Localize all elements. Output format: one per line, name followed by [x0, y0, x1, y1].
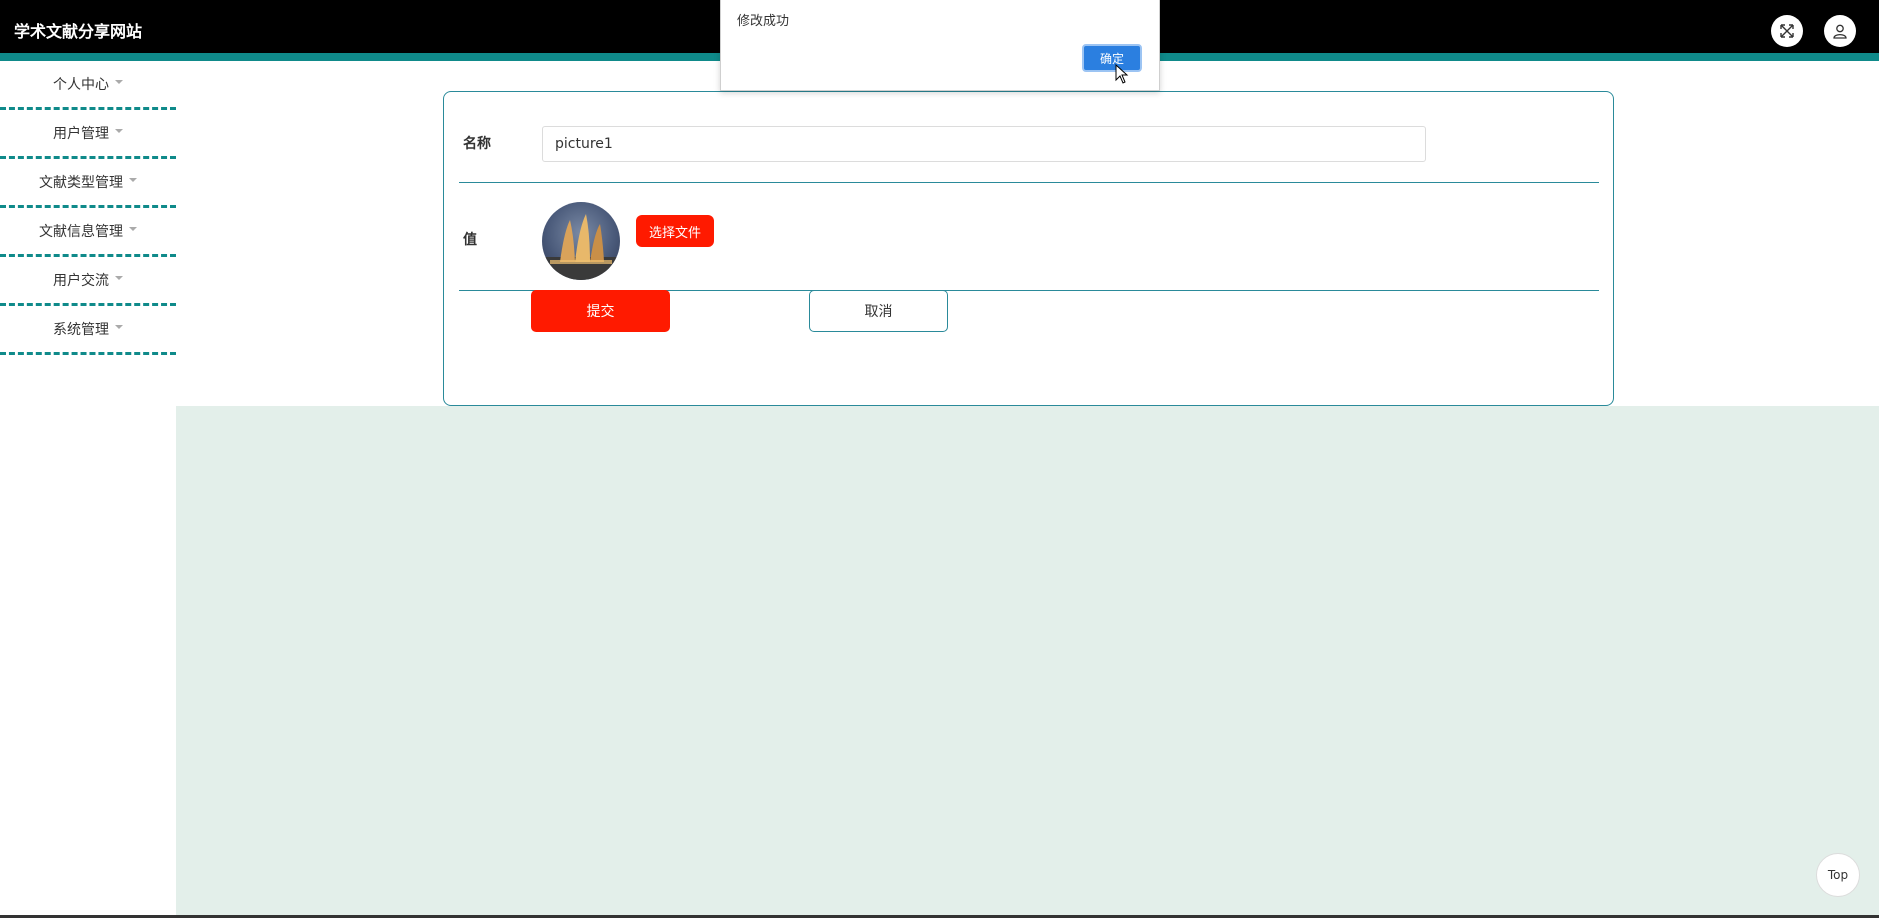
sidebar-item-user-management[interactable]: 用户管理: [0, 110, 176, 159]
caret-down-icon: [115, 129, 123, 133]
app-title: 学术文献分享网站: [14, 22, 143, 41]
sidebar-item-label: 用户交流: [53, 273, 109, 289]
name-input[interactable]: [542, 126, 1426, 162]
sidebar-item-user-communication[interactable]: 用户交流: [0, 257, 176, 306]
image-thumbnail: [542, 214, 620, 280]
sidebar-item-literature-info-management[interactable]: 文献信息管理: [0, 208, 176, 257]
caret-down-icon: [115, 80, 123, 84]
content-background: [176, 406, 1879, 918]
mouse-cursor-icon: [1115, 64, 1129, 84]
choose-file-button[interactable]: 选择文件: [636, 215, 714, 247]
name-label: 名称: [463, 136, 491, 152]
cancel-button[interactable]: 取消: [809, 290, 948, 332]
form-row-value: 值: [459, 183, 1599, 291]
alert-dialog: 修改成功 确定: [720, 0, 1160, 91]
sidebar-item-label: 个人中心: [53, 77, 109, 93]
caret-down-icon: [129, 227, 137, 231]
caret-down-icon: [115, 276, 123, 280]
sidebar-item-label: 文献信息管理: [39, 224, 123, 240]
caret-down-icon: [129, 178, 137, 182]
sidebar-item-label: 用户管理: [53, 126, 109, 142]
uploaded-image-preview: [542, 202, 620, 280]
dialog-ok-button[interactable]: 确定: [1082, 44, 1142, 72]
fullscreen-icon: [1780, 24, 1794, 38]
sidebar-item-label: 文献类型管理: [39, 175, 123, 191]
edit-form-card: 名称 值 选择文件 提交 取消: [443, 91, 1614, 406]
value-label: 值: [463, 232, 477, 248]
form-row-name: 名称: [459, 104, 1599, 183]
sidebar-item-personal-center[interactable]: 个人中心: [0, 61, 176, 110]
user-icon: [1833, 24, 1847, 39]
sidebar-item-system-management[interactable]: 系统管理: [0, 306, 176, 355]
back-to-top-button[interactable]: Top: [1816, 853, 1860, 897]
sidebar-item-label: 系统管理: [53, 322, 109, 338]
caret-down-icon: [115, 325, 123, 329]
user-menu-button[interactable]: [1824, 15, 1856, 47]
sidebar-item-literature-type-management[interactable]: 文献类型管理: [0, 159, 176, 208]
dialog-message: 修改成功: [737, 14, 790, 29]
sidebar: 个人中心 用户管理 文献类型管理 文献信息管理 用户交流 系统管理: [0, 61, 176, 918]
fullscreen-button[interactable]: [1771, 15, 1803, 47]
submit-button[interactable]: 提交: [531, 290, 670, 332]
